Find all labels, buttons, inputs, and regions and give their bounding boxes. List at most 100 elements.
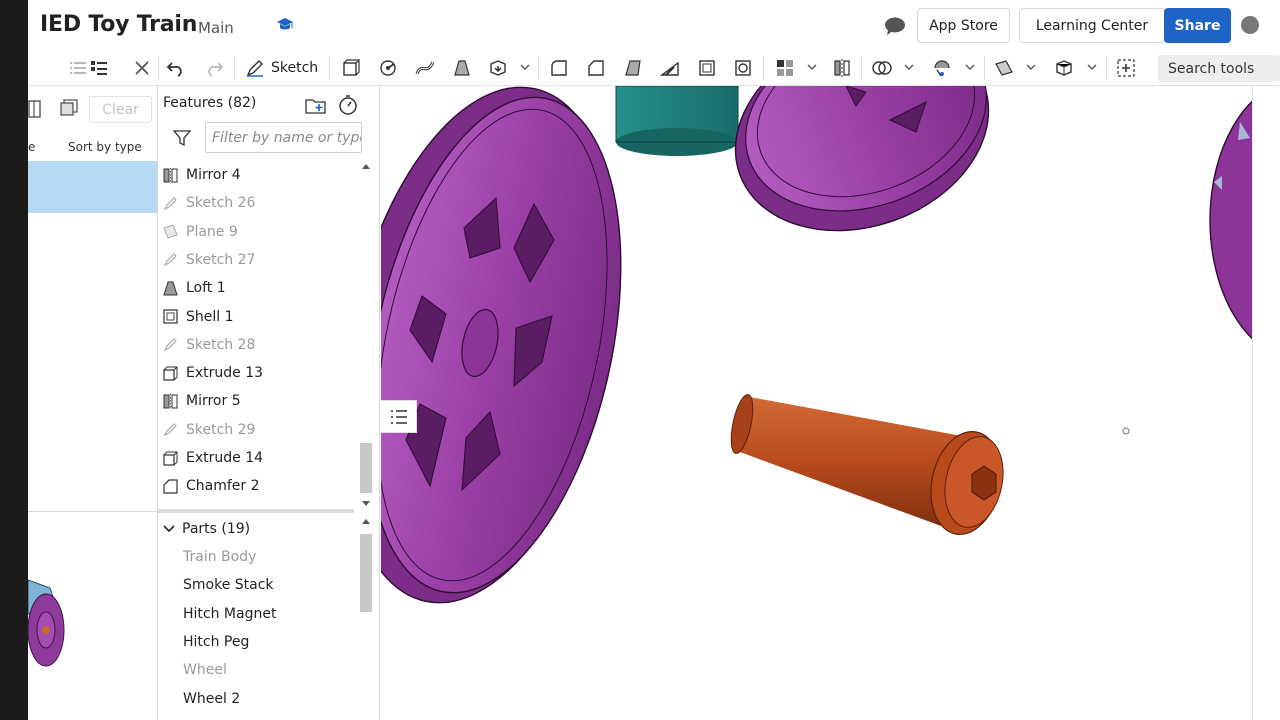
sketch-button-label: Sketch <box>271 60 319 76</box>
sweep-icon[interactable] <box>415 58 435 78</box>
share-button[interactable]: Share <box>1164 8 1231 43</box>
assembly-thumbnail[interactable] <box>28 574 68 684</box>
wheel-part-far-right <box>1209 100 1252 340</box>
comment-icon[interactable] <box>884 16 906 36</box>
feature-list-item[interactable]: Loft 1 <box>162 276 354 300</box>
mirror-icon[interactable] <box>832 58 852 78</box>
wheel-part-right <box>734 86 990 232</box>
add-folder-icon[interactable] <box>305 95 327 115</box>
extrude-icon[interactable] <box>341 58 361 78</box>
feature-label: Mirror 4 <box>186 167 241 183</box>
mirror-icon <box>163 393 178 409</box>
feature-list-item[interactable]: Extrude 13 <box>162 361 354 385</box>
part-list-item[interactable]: Hitch Magnet <box>183 602 276 626</box>
feature-pane-splitter[interactable] <box>158 509 354 513</box>
shell-icon <box>163 309 178 324</box>
part-list-item[interactable]: Smoke Stack <box>183 573 274 597</box>
3d-viewport[interactable] <box>381 86 1252 720</box>
feature-list-item[interactable]: Sketch 26 <box>162 191 354 215</box>
feature-label: Sketch 29 <box>186 421 256 438</box>
add-custom-feature-icon[interactable] <box>1116 58 1136 78</box>
search-tools-input[interactable]: Search tools <box>1158 55 1280 82</box>
part-list-item[interactable]: Train Body <box>183 545 256 569</box>
filter-icon[interactable] <box>173 129 191 147</box>
toolbar-separator <box>234 56 235 80</box>
plane-icon[interactable] <box>994 58 1014 78</box>
feature-list-item[interactable]: Sketch 27 <box>162 248 354 272</box>
rib-icon[interactable] <box>660 58 680 78</box>
chevron-down-icon[interactable] <box>520 62 530 72</box>
sketch-icon <box>163 338 177 352</box>
feature-label: Sketch 28 <box>186 336 256 353</box>
parts-title: Parts (19) <box>182 521 251 537</box>
shell-icon[interactable] <box>697 58 717 78</box>
list-view-icon[interactable] <box>68 58 88 78</box>
detail-view-icon[interactable] <box>89 58 109 78</box>
parts-list-scrollbar[interactable] <box>358 516 374 720</box>
feature-list-item[interactable]: Extrude 14 <box>162 446 354 470</box>
parts-section-header[interactable]: Parts (19) <box>162 517 250 541</box>
split-icon[interactable] <box>932 58 952 78</box>
draft-icon[interactable] <box>624 58 644 78</box>
feature-label: Shell 1 <box>186 308 234 325</box>
chevron-down-icon[interactable] <box>965 62 975 72</box>
panel-icon[interactable] <box>28 98 42 120</box>
feature-label: Plane 9 <box>186 223 238 240</box>
rollback-timer-icon[interactable] <box>338 94 358 116</box>
feature-label: Extrude 13 <box>186 365 264 382</box>
part-list-item[interactable]: Wheel <box>183 658 227 682</box>
undo-icon[interactable] <box>166 58 186 78</box>
fillet-icon[interactable] <box>549 58 569 78</box>
part-list-item[interactable]: Wheel 2 <box>183 687 240 711</box>
plane-icon <box>163 224 178 239</box>
revolve-icon[interactable] <box>378 58 398 78</box>
sketch-icon <box>163 196 177 211</box>
chevron-down-icon[interactable] <box>904 62 914 72</box>
graduation-cap-icon[interactable] <box>276 16 294 34</box>
document-title[interactable]: IED Toy Train <box>40 12 197 37</box>
chevron-down-icon[interactable] <box>807 62 817 72</box>
toolbar-separator <box>329 56 330 80</box>
hole-icon[interactable] <box>733 58 753 78</box>
feature-list-item[interactable]: Sketch 28 <box>162 333 354 357</box>
chamfer-icon[interactable] <box>586 58 606 78</box>
chevron-down-icon[interactable] <box>1087 62 1097 72</box>
part-studio-icon[interactable] <box>1054 58 1074 78</box>
feature-list-item[interactable]: Mirror 5 <box>162 389 354 413</box>
sort-by-type-button[interactable]: Sort by type <box>68 140 142 154</box>
chamfer-icon <box>163 479 178 494</box>
app-store-button[interactable]: App Store <box>917 8 1010 43</box>
feature-list-pane: Features (82) Mirror 4 Sketch 26 Plane 9 Sk… <box>158 86 380 720</box>
sketch-icon <box>163 253 177 267</box>
feature-label: Loft 1 <box>186 280 226 297</box>
clear-button[interactable]: Clear <box>89 96 152 123</box>
model-render[interactable] <box>381 86 1252 720</box>
part-list-item[interactable]: Hitch Peg <box>183 630 249 654</box>
features-header: Features (82) <box>163 95 257 111</box>
hitch-peg-bolt-part <box>730 394 1004 535</box>
learning-center-button[interactable]: Learning Center <box>1019 8 1165 43</box>
feature-list-item[interactable]: Chamfer 2 <box>162 474 354 498</box>
feature-list-item[interactable]: Shell 1 <box>162 305 354 329</box>
redo-icon[interactable] <box>204 58 224 78</box>
toolbar-separator <box>1106 56 1107 80</box>
pattern-icon[interactable] <box>775 58 795 78</box>
sketch-button[interactable]: Sketch <box>243 55 318 81</box>
loft-icon[interactable] <box>452 58 472 78</box>
column-label-truncated: e <box>28 140 36 154</box>
feature-list-item[interactable]: Sketch 29 <box>162 418 354 442</box>
selected-list-row[interactable] <box>28 161 157 213</box>
boolean-icon[interactable] <box>872 58 892 78</box>
feature-list-scrollbar[interactable] <box>358 161 374 509</box>
toolbar-separator <box>538 56 539 80</box>
feature-list-toggle-button[interactable] <box>381 400 417 433</box>
chevron-down-icon[interactable] <box>1026 62 1036 72</box>
copy-icon[interactable] <box>59 98 79 118</box>
filter-input[interactable] <box>205 122 362 153</box>
user-avatar[interactable] <box>1241 16 1259 34</box>
close-icon[interactable] <box>132 58 152 78</box>
thicken-icon[interactable] <box>488 58 508 78</box>
feature-list-item[interactable]: Plane 9 <box>162 220 354 244</box>
feature-list-item[interactable]: Mirror 4 <box>162 163 354 187</box>
branch-name[interactable]: Main <box>198 19 234 37</box>
